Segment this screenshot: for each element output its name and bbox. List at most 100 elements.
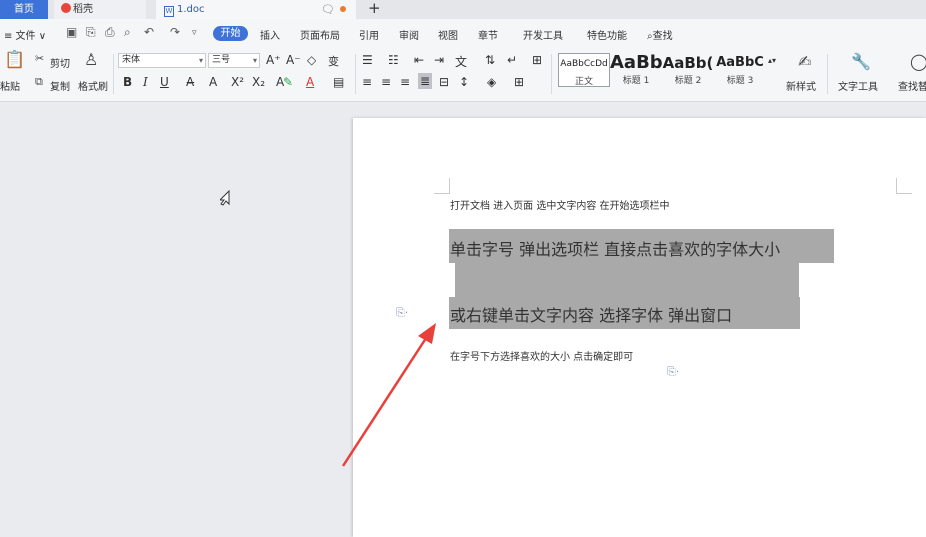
margin-corner-left: [434, 178, 450, 194]
menu-developer[interactable]: 开发工具: [523, 27, 563, 42]
paste-button[interactable]: 粘贴: [0, 78, 20, 93]
style-heading-2[interactable]: AaBb( 标题 2: [662, 53, 714, 87]
red-arrow-annotation: [341, 323, 436, 467]
redo-icon[interactable]: ↷: [170, 25, 180, 39]
print-icon[interactable]: ⎙: [105, 25, 115, 40]
align-right-icon[interactable]: ≡: [400, 75, 410, 89]
font-name-value: 宋体: [122, 55, 141, 65]
styles-scroll-icon[interactable]: ▴▾: [768, 56, 776, 65]
highlight-color-icon[interactable]: ✎: [283, 75, 293, 89]
quick-access-dropdown-icon[interactable]: ▿: [192, 28, 197, 38]
cut-button[interactable]: 剪切: [50, 55, 70, 70]
font-name-select[interactable]: 宋体 ▾: [118, 53, 206, 68]
superscript-icon[interactable]: X²: [231, 75, 244, 89]
tab-bar: 首页 稻壳 W 1.doc 🗨 +: [0, 0, 926, 19]
style-heading-3-sample: AaBbC: [716, 55, 764, 70]
align-left-icon[interactable]: ≡: [362, 75, 372, 89]
paste-icon[interactable]: 📋: [4, 50, 25, 70]
font-grow-icon[interactable]: A⁺: [266, 53, 281, 67]
bullet-list-icon[interactable]: ☰: [362, 53, 373, 67]
bold-button[interactable]: B: [123, 75, 132, 89]
menu-page-layout[interactable]: 页面布局: [300, 27, 340, 42]
chinese-layout-icon[interactable]: 文: [455, 53, 467, 70]
chevron-down-icon: ▾: [198, 56, 203, 65]
mouse-pointer-icon: [220, 190, 230, 206]
word-doc-icon: W: [164, 6, 174, 17]
tab-home[interactable]: 首页: [0, 0, 48, 19]
menu-insert[interactable]: 插入: [260, 27, 280, 42]
menu-view[interactable]: 视图: [438, 27, 458, 42]
menu-review[interactable]: 审阅: [399, 27, 419, 42]
chevron-down-icon: ▾: [252, 56, 257, 65]
style-heading-2-sample: AaBb(: [662, 54, 714, 72]
shading-icon[interactable]: ◈: [487, 75, 496, 89]
style-normal[interactable]: AaBbCcDd 正文: [558, 53, 610, 87]
new-tab-button[interactable]: +: [368, 0, 381, 17]
subscript-icon[interactable]: X₂: [252, 75, 265, 89]
daoke-logo-icon: [61, 3, 71, 13]
menu-file[interactable]: ≡ 文件 ∨: [4, 27, 46, 42]
numbered-list-icon[interactable]: ☷: [388, 53, 399, 67]
style-heading-1-name: 标题 1: [622, 76, 650, 86]
format-painter-button[interactable]: 格式刷: [78, 78, 108, 93]
italic-button[interactable]: I: [143, 75, 148, 89]
wrench-icon[interactable]: 🔧: [851, 52, 871, 71]
menu-start[interactable]: 开始: [213, 26, 248, 41]
style-heading-3-name: 标题 3: [726, 76, 754, 86]
undo-icon[interactable]: ↶: [144, 25, 154, 39]
print-preview-icon[interactable]: ⌕: [124, 25, 131, 40]
table-lines-icon[interactable]: ⊞: [532, 53, 542, 67]
sort-icon[interactable]: ⇅: [485, 53, 495, 67]
style-heading-3[interactable]: AaBbC 标题 3: [714, 53, 766, 87]
increase-indent-icon[interactable]: ⇥: [434, 53, 444, 67]
paste-options-icon[interactable]: ⎘·: [396, 306, 408, 320]
save-icon[interactable]: ▣: [66, 25, 77, 39]
paste-options-icon[interactable]: ⎘·: [667, 365, 679, 379]
menu-chapter[interactable]: 章节: [478, 27, 498, 42]
font-size-value: 三号: [212, 55, 231, 65]
decrease-indent-icon[interactable]: ⇤: [414, 53, 424, 67]
justify-icon[interactable]: ≣: [418, 73, 433, 89]
new-style-icon[interactable]: ✍: [798, 52, 811, 71]
doc-paragraph-4[interactable]: 在字号下方选择喜欢的大小 点击确定即可: [450, 348, 633, 363]
monitor-icon[interactable]: 🗨: [321, 3, 335, 16]
distributed-align-icon[interactable]: ⊟: [439, 75, 449, 89]
underline-button[interactable]: U: [160, 75, 169, 89]
doc-paragraph-2-selected[interactable]: 单击字号 弹出选项栏 直接点击喜欢的字体大小: [450, 236, 780, 260]
font-color-icon[interactable]: A: [306, 75, 314, 89]
font-size-select[interactable]: 三号 ▾: [208, 53, 260, 68]
tab-document-label: 1.doc: [177, 4, 205, 15]
doc-paragraph-1[interactable]: 打开文档 进入页面 选中文字内容 在开始选项栏中: [450, 197, 670, 212]
find-replace-button[interactable]: 查找替: [898, 78, 926, 93]
menu-references[interactable]: 引用: [359, 27, 379, 42]
text-tools-button[interactable]: 文字工具: [838, 78, 878, 93]
menu-search[interactable]: ⌕查找: [647, 27, 673, 42]
style-heading-2-name: 标题 2: [674, 76, 702, 86]
format-painter-icon[interactable]: ♙: [84, 50, 98, 69]
doc-paragraph-3-selected[interactable]: 或右键单击文字内容 选择字体 弹出窗口: [450, 302, 732, 326]
char-border-icon[interactable]: ▤: [333, 75, 344, 89]
clear-format-icon[interactable]: ◇: [307, 53, 316, 67]
export-pdf-icon[interactable]: ⎘: [86, 25, 96, 40]
copy-icon[interactable]: ⧉: [35, 75, 43, 89]
align-center-icon[interactable]: ≡: [381, 75, 391, 89]
borders-icon[interactable]: ⊞: [514, 75, 524, 89]
ribbon-divider: [827, 54, 828, 94]
style-heading-1[interactable]: AaBb 标题 1: [610, 53, 662, 87]
line-spacing-icon[interactable]: ↕: [459, 75, 469, 89]
menu-special-features[interactable]: 特色功能: [587, 27, 627, 42]
find-replace-icon[interactable]: ◯: [910, 52, 926, 71]
tab-daoke-label: 稻壳: [73, 4, 93, 15]
phonetic-guide-icon[interactable]: 变: [328, 53, 339, 69]
tab-daoke[interactable]: 稻壳: [54, 0, 146, 19]
cut-icon[interactable]: ✂: [35, 52, 44, 65]
copy-button[interactable]: 复制: [50, 78, 70, 93]
ribbon-divider: [355, 54, 356, 94]
style-normal-name: 正文: [574, 77, 593, 87]
ribbon-toolbar: 📋 粘贴 ✂ 剪切 ⧉ 复制 ♙ 格式刷 宋体 ▾ 三号 ▾ A⁺ A⁻ ◇ 变…: [0, 48, 926, 102]
show-marks-icon[interactable]: ↵: [507, 53, 517, 67]
strikethrough-icon[interactable]: A̶: [186, 75, 194, 89]
text-effect-icon[interactable]: A: [209, 75, 217, 89]
font-shrink-icon[interactable]: A⁻: [286, 53, 301, 67]
new-style-button[interactable]: 新样式: [786, 78, 816, 93]
